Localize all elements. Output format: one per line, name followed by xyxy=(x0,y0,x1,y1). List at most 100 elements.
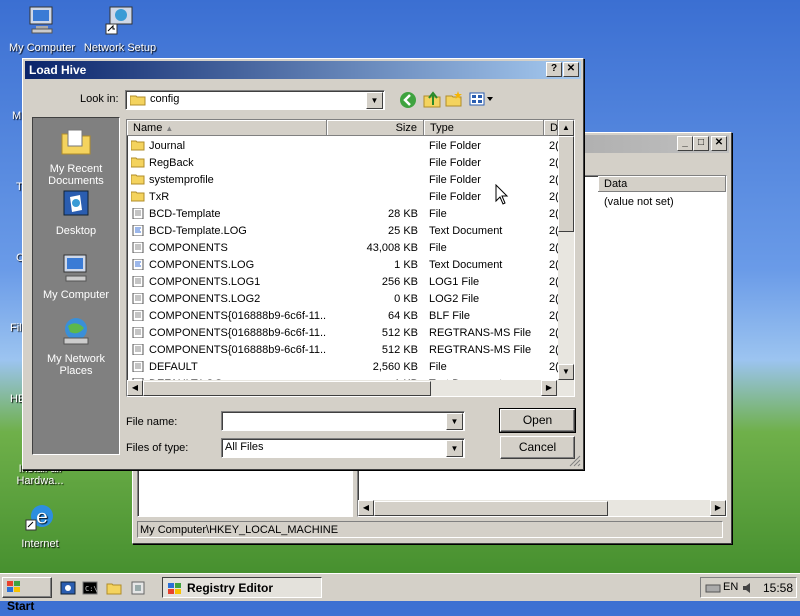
place-desktop[interactable]: Desktop xyxy=(33,188,119,237)
file-row[interactable]: BCD-Template 28 KB File 2( xyxy=(127,206,559,223)
horizontal-scrollbar[interactable]: ◀ ▶ xyxy=(127,380,574,396)
system-tray: EN 15:58 xyxy=(700,577,797,598)
desktop-icon-label: Internet xyxy=(21,538,59,550)
places-bar: My Recent Documents Desktop My Computer … xyxy=(32,117,120,455)
speaker-icon[interactable] xyxy=(741,581,755,595)
column-header-date[interactable]: D xyxy=(544,120,558,136)
dialog-title: Load Hive xyxy=(29,63,87,77)
show-desktop-icon[interactable] xyxy=(60,580,76,596)
column-header-type[interactable]: Type xyxy=(424,120,544,136)
desktop-edge-text: Fil xyxy=(10,322,22,334)
file-name-cell: BCD-Template xyxy=(131,206,327,223)
desktop-icon-my-computer[interactable]: My Computer xyxy=(0,4,84,54)
scroll-right-button[interactable]: ▶ xyxy=(541,380,557,396)
scroll-down-button[interactable]: ▼ xyxy=(558,364,574,380)
file-type-cell: Text Document xyxy=(429,225,503,237)
data-column-header[interactable]: Data xyxy=(598,176,726,192)
taskbar-item-registry-editor[interactable]: Registry Editor xyxy=(162,577,322,598)
help-button[interactable]: ? xyxy=(546,62,562,77)
file-row[interactable]: TxR File Folder 2( xyxy=(127,189,559,206)
file-type-cell: File Folder xyxy=(429,174,481,186)
file-type-cell: File Folder xyxy=(429,140,481,152)
close-button[interactable]: ✕ xyxy=(711,136,727,151)
maximize-button[interactable]: □ xyxy=(693,136,709,151)
file-row[interactable]: COMPONENTS{016888b9-6c6f-11... 512 KB REGT… xyxy=(127,325,559,342)
file-name-cell: systemprofile xyxy=(131,172,327,189)
open-button[interactable]: Open xyxy=(499,408,576,433)
chevron-down-icon[interactable]: ▼ xyxy=(446,413,463,430)
scrollbar-thumb[interactable] xyxy=(143,381,431,396)
horizontal-scrollbar[interactable]: ◀ ▶ xyxy=(358,500,726,516)
start-button[interactable]: Start xyxy=(2,577,52,613)
taskbar: Start C:\ Registry Editor EN 15:58 xyxy=(0,573,800,613)
file-name-cell: BCD-Template.LOG xyxy=(131,223,327,240)
file-type-cell: File xyxy=(429,361,447,373)
file-name-cell: COMPONENTS.LOG1 xyxy=(131,274,327,291)
desktop-edge-text: M xyxy=(12,110,22,122)
files-of-type-select[interactable]: All Files ▼ xyxy=(221,438,465,458)
desktop-icon-internet[interactable]: e Internet xyxy=(0,500,80,550)
desktop-icon-network-setup[interactable]: Network Setup xyxy=(78,4,162,54)
file-row[interactable]: DEFAULT 2,560 KB File 2( xyxy=(127,359,559,376)
file-type-cell: File xyxy=(429,242,447,254)
file-row[interactable]: COMPONENTS 43,008 KB File 2( xyxy=(127,240,559,257)
close-button[interactable]: ✕ xyxy=(563,62,579,77)
file-icon xyxy=(132,344,144,355)
chevron-down-icon[interactable]: ▼ xyxy=(366,92,383,109)
scroll-left-button[interactable]: ◀ xyxy=(127,380,143,396)
file-list[interactable]: Name ▲ Size Type D Journal File Folder 2(R… xyxy=(126,119,575,397)
file-row[interactable]: RegBack File Folder 2( xyxy=(127,155,559,172)
explorer-folder-icon[interactable] xyxy=(106,580,122,596)
quick-launch-icon[interactable] xyxy=(130,580,146,596)
chevron-down-icon[interactable]: ▼ xyxy=(446,440,463,457)
place-my-computer[interactable]: My Computer xyxy=(33,252,119,301)
minimize-button[interactable]: _ xyxy=(677,136,693,151)
network-tray-icon[interactable] xyxy=(705,581,721,595)
scrollbar-thumb[interactable] xyxy=(374,501,608,516)
command-prompt-icon[interactable]: C:\ xyxy=(82,580,98,596)
place-my-recent-documents[interactable]: My Recent Documents xyxy=(33,126,119,187)
back-icon[interactable] xyxy=(399,91,417,109)
up-folder-icon[interactable] xyxy=(423,90,441,108)
resize-grip-icon[interactable] xyxy=(569,455,581,467)
file-row[interactable]: COMPONENTS.LOG 1 KB Text Document 2( xyxy=(127,257,559,274)
look-in-combobox[interactable]: config ▼ xyxy=(125,90,385,110)
file-type-cell: BLF File xyxy=(429,310,470,322)
file-row[interactable]: COMPONENTS.LOG1 256 KB LOG1 File 2( xyxy=(127,274,559,291)
scrollbar-thumb[interactable] xyxy=(558,136,574,232)
look-in-value: config xyxy=(150,93,180,105)
files-of-type-value: All Files xyxy=(225,441,264,453)
column-header-size[interactable]: Size xyxy=(327,120,424,136)
desktop-icon xyxy=(63,190,89,216)
folder-icon xyxy=(131,157,145,168)
cancel-button[interactable]: Cancel xyxy=(500,436,575,459)
value-data-cell: (value not set) xyxy=(604,196,674,208)
file-type-cell: File Folder xyxy=(429,191,481,203)
file-row[interactable]: Journal File Folder 2( xyxy=(127,138,559,155)
new-folder-icon[interactable] xyxy=(445,90,463,108)
file-size-cell: 512 KB xyxy=(381,327,418,339)
language-indicator[interactable]: EN xyxy=(723,581,738,593)
file-row[interactable]: COMPONENTS{016888b9-6c6f-11... 512 KB REGT… xyxy=(127,342,559,359)
folder-icon xyxy=(131,140,145,151)
file-row[interactable]: COMPONENTS{016888b9-6c6f-11... 64 KB BLF F… xyxy=(127,308,559,325)
file-icon xyxy=(132,208,144,219)
view-menu-icon[interactable] xyxy=(469,91,495,107)
network-setup-icon xyxy=(105,6,133,35)
scroll-up-button[interactable]: ▲ xyxy=(558,120,574,136)
vertical-scrollbar[interactable]: ▲ ▼ xyxy=(558,120,574,380)
file-size-cell: 64 KB xyxy=(388,310,418,322)
file-icon xyxy=(132,361,144,372)
place-my-network-places[interactable]: My Network Places xyxy=(33,316,119,377)
start-label: Start xyxy=(7,599,35,613)
column-header-name[interactable]: Name ▲ xyxy=(127,120,327,136)
place-label: My Network Places xyxy=(46,353,106,377)
scroll-left-button[interactable]: ◀ xyxy=(358,500,374,516)
file-row[interactable]: systemprofile File Folder 2( xyxy=(127,172,559,189)
file-size-cell: 256 KB xyxy=(381,276,418,288)
file-row[interactable]: BCD-Template.LOG 25 KB Text Document 2( xyxy=(127,223,559,240)
scroll-right-button[interactable]: ▶ xyxy=(710,500,726,516)
file-name-input[interactable]: ▼ xyxy=(221,411,465,431)
dialog-titlebar[interactable]: Load Hive xyxy=(25,61,581,79)
file-row[interactable]: COMPONENTS.LOG2 0 KB LOG2 File 2( xyxy=(127,291,559,308)
